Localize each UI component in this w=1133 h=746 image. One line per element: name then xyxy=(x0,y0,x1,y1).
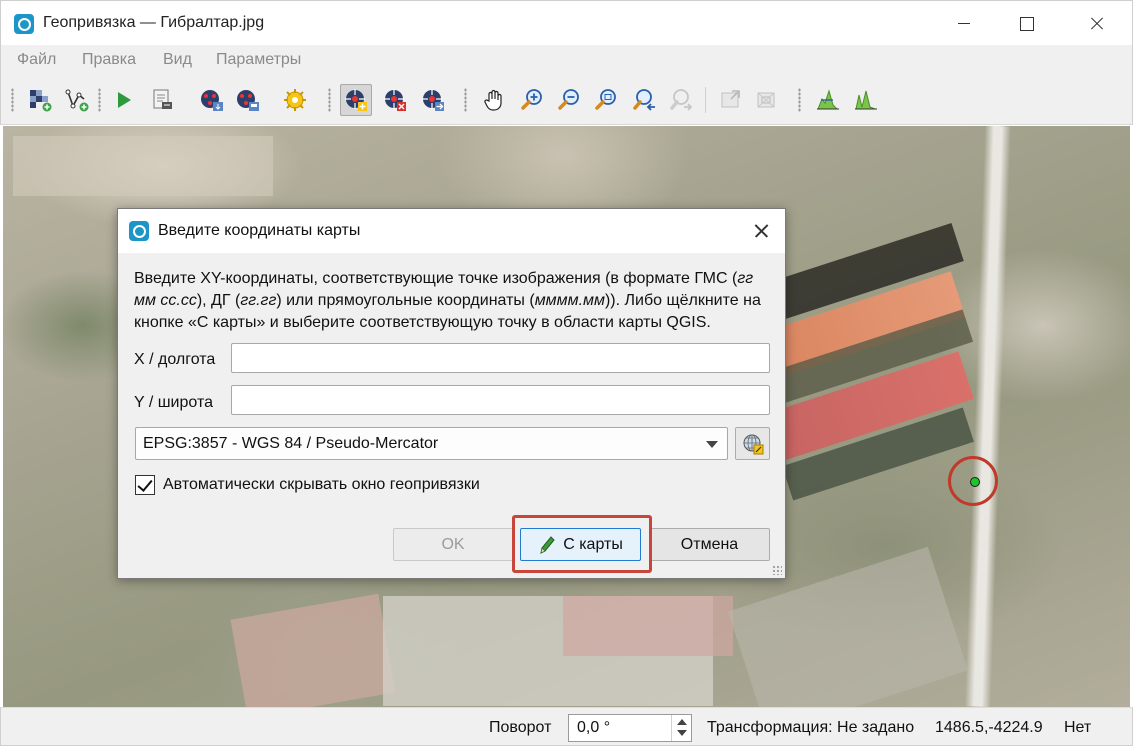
status-bar: Поворот 0,0 ° Трансформация: Не задано 1… xyxy=(0,707,1133,746)
ok-button[interactable]: OK xyxy=(393,528,513,561)
start-georef-icon[interactable] xyxy=(108,84,140,116)
crs-select[interactable]: EPSG:3857 - WGS 84 / Pseudo-Mercator xyxy=(135,427,728,460)
chevron-down-icon xyxy=(706,441,718,448)
generate-gdal-script-icon[interactable] xyxy=(146,84,178,116)
zoom-to-layer-icon[interactable] xyxy=(590,84,622,116)
globe-icon xyxy=(743,434,763,454)
toolbar-grip[interactable] xyxy=(798,88,801,112)
save-gcp-icon[interactable] xyxy=(232,84,264,116)
rotation-spinbox[interactable]: 0,0 ° xyxy=(568,714,692,742)
map-building xyxy=(563,596,733,656)
crs-status[interactable]: Нет xyxy=(1064,719,1091,737)
map-building xyxy=(13,136,273,196)
dialog-instructions: Введите XY-координаты, соответствующие т… xyxy=(134,270,761,331)
load-gcp-icon[interactable] xyxy=(196,84,228,116)
link-georef-to-qgis-icon[interactable] xyxy=(715,84,747,116)
enter-map-coordinates-dialog: Введите координаты карты Введите XY-коор… xyxy=(117,208,786,579)
toolbar-grip[interactable] xyxy=(11,88,14,112)
dialog-title: Введите координаты карты xyxy=(158,222,361,239)
dialog-resize-grip[interactable] xyxy=(772,565,782,575)
zoom-out-icon[interactable] xyxy=(553,84,585,116)
x-longitude-input[interactable] xyxy=(231,343,770,373)
maximize-button[interactable] xyxy=(1004,1,1050,46)
y-latitude-label: Y / широта xyxy=(134,394,213,411)
auto-hide-checkbox[interactable] xyxy=(135,475,155,495)
add-point-icon[interactable] xyxy=(340,84,372,116)
menu-edit[interactable]: Правка xyxy=(82,51,136,69)
rotation-value: 0,0 ° xyxy=(577,719,611,736)
x-longitude-label: X / долгота xyxy=(134,351,216,368)
transform-settings-icon[interactable] xyxy=(279,84,311,116)
crs-selector-button[interactable] xyxy=(735,427,770,460)
gcp-point-marker[interactable] xyxy=(970,477,980,487)
crs-select-value: EPSG:3857 - WGS 84 / Pseudo-Mercator xyxy=(143,435,439,452)
window-titlebar: Геопривязка — Гибралтар.jpg xyxy=(0,0,1133,45)
dialog-titlebar: Введите координаты карты xyxy=(118,209,785,253)
toolbar-separator xyxy=(705,87,706,113)
from-map-highlight-frame xyxy=(512,515,652,573)
spin-arrows-icon[interactable] xyxy=(671,715,691,741)
toolbar-grip[interactable] xyxy=(98,88,101,112)
zoom-next-icon[interactable] xyxy=(665,84,697,116)
full-histogram-stretch-icon[interactable] xyxy=(850,84,882,116)
delete-point-icon[interactable] xyxy=(379,84,411,116)
open-raster-icon[interactable] xyxy=(24,84,56,116)
qgis-app-icon xyxy=(129,221,149,241)
local-histogram-stretch-icon[interactable] xyxy=(812,84,844,116)
coordinates-readout: 1486.5,-4224.9 xyxy=(935,719,1043,736)
menu-view[interactable]: Вид xyxy=(163,51,192,69)
rotation-label: Поворот xyxy=(489,719,552,736)
toolbar-grip[interactable] xyxy=(464,88,467,112)
zoom-last-icon[interactable] xyxy=(628,84,660,116)
toolbar-grip[interactable] xyxy=(328,88,331,112)
pan-icon[interactable] xyxy=(478,84,510,116)
open-vector-icon[interactable] xyxy=(61,84,93,116)
transform-status: Трансформация: Не задано xyxy=(707,719,915,736)
map-building xyxy=(230,593,396,707)
menu-file[interactable]: Файл xyxy=(17,51,56,69)
cancel-button[interactable]: Отмена xyxy=(649,528,770,561)
close-window-button[interactable] xyxy=(1074,1,1120,46)
minimize-button[interactable] xyxy=(941,1,987,46)
menu-bar: Файл Правка Вид Параметры xyxy=(0,45,1133,75)
dialog-close-button[interactable] xyxy=(744,215,778,247)
link-qgis-to-georef-icon[interactable] xyxy=(751,84,783,116)
map-road xyxy=(964,126,1011,707)
y-latitude-input[interactable] xyxy=(231,385,770,415)
toolbar xyxy=(0,75,1133,125)
move-point-icon[interactable] xyxy=(417,84,449,116)
menu-settings[interactable]: Параметры xyxy=(216,51,301,69)
zoom-in-icon[interactable] xyxy=(516,84,548,116)
qgis-app-icon xyxy=(14,14,34,34)
window-title: Геопривязка — Гибралтар.jpg xyxy=(43,14,265,31)
auto-hide-label[interactable]: Автоматически скрывать окно геопривязки xyxy=(163,476,480,494)
